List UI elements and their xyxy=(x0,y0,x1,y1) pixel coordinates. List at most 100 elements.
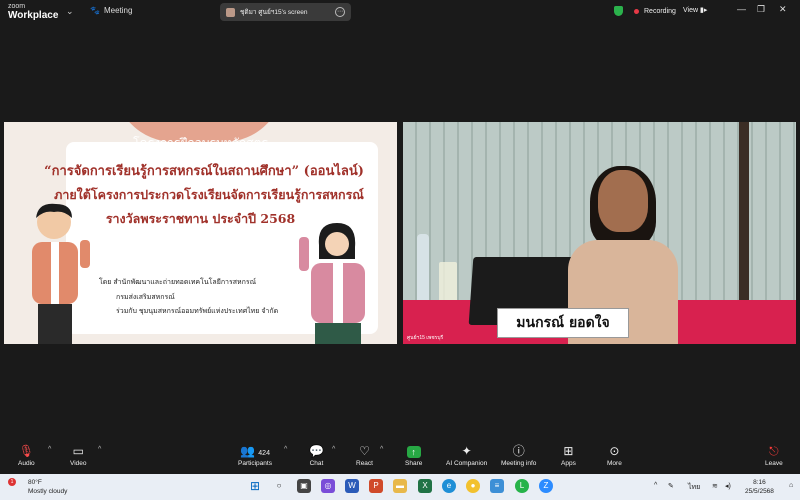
meeting-label: Meeting xyxy=(103,6,133,15)
share-up-icon: ↑ xyxy=(405,444,422,460)
cup xyxy=(439,262,457,302)
edge-icon[interactable]: e xyxy=(442,479,456,493)
pen-icon[interactable]: ✎ xyxy=(668,482,674,490)
clock[interactable]: 8:16 25/5/2568 xyxy=(745,478,774,496)
people-icon: 👥 424 xyxy=(240,444,270,458)
slide-title-small: โครงการฝึกอบรมหลักสูตร xyxy=(133,136,268,150)
speaker-face xyxy=(598,170,648,232)
line-icon[interactable]: L xyxy=(515,479,529,493)
heart-icon: ♡ xyxy=(359,444,370,458)
chat-icon: 💬 xyxy=(309,444,324,458)
notepad-icon[interactable]: ≡ xyxy=(490,479,504,493)
meeting-menu[interactable]: 🐾 Meeting xyxy=(90,6,132,15)
leave-icon: ⎋ xyxy=(769,444,779,458)
task-view-icon[interactable]: ▣ xyxy=(297,479,311,493)
ai-label: AI Companion xyxy=(446,460,488,467)
participant-video[interactable]: มนกรณ์ ยอดใจ ศูนย์ฯ15 เพชรบุรี xyxy=(403,122,796,344)
weather-badge: 1 xyxy=(8,478,16,486)
teams-icon[interactable]: ◎ xyxy=(321,479,335,493)
slide-title-line1: “การจัดการเรียนรู้การสหกรณ์ในสถานศึกษา” … xyxy=(44,164,364,179)
shield-icon xyxy=(614,6,623,16)
wifi-icon[interactable]: ≋ xyxy=(712,482,718,490)
logo-line2: Workplace xyxy=(8,10,59,21)
apps-icon: ⊞ xyxy=(563,444,574,458)
minimize-icon[interactable]: — xyxy=(737,4,746,14)
boy-illustration xyxy=(32,203,90,344)
info-icon: ⓘ xyxy=(512,444,525,458)
view-label: View xyxy=(683,7,699,14)
video-caret-icon[interactable]: ^ xyxy=(98,446,101,453)
zoom-app-icon[interactable]: Z xyxy=(539,479,553,493)
view-button[interactable]: View ▮▸ xyxy=(683,6,707,14)
audio-caret-icon[interactable]: ^ xyxy=(48,446,51,453)
camera-icon: ▭ xyxy=(72,444,84,458)
logo-line1: zoom xyxy=(8,3,26,10)
powerpoint-icon[interactable]: P xyxy=(369,479,383,493)
weather-temp: 80°F xyxy=(28,479,42,486)
chevron-down-icon[interactable]: ⌄ xyxy=(66,6,74,17)
mic-muted-icon: 🎙 xyxy=(18,444,34,458)
apps-label: Apps xyxy=(561,460,576,467)
shared-slide: โครงการฝึกอบรมหลักสูตร “การจัดการเรียนรู… xyxy=(4,122,397,344)
chat-button[interactable]: 💬 Chat xyxy=(309,444,324,467)
tray-chevron-icon[interactable]: ^ xyxy=(654,482,657,489)
share-label: Share xyxy=(405,460,423,467)
video-label: Video xyxy=(70,460,87,467)
paw-icon: 🐾 xyxy=(90,6,100,15)
react-caret-icon[interactable]: ^ xyxy=(380,446,383,453)
audio-button[interactable]: 🎙 Audio xyxy=(18,444,35,467)
leave-label: Leave xyxy=(765,460,783,467)
language-indicator[interactable]: ไทย xyxy=(688,482,700,493)
girl-illustration xyxy=(299,223,365,344)
search-icon[interactable]: ○ xyxy=(272,479,286,493)
top-bar: zoom Workplace ⌄ 🐾 Meeting ชุติมา ศูนย์ฯ… xyxy=(0,0,800,24)
window-frame xyxy=(739,122,749,312)
notification-icon[interactable]: ⌂ xyxy=(789,482,793,489)
name-plate: มนกรณ์ ยอดใจ xyxy=(497,308,629,338)
excel-icon[interactable]: X xyxy=(418,479,432,493)
slide-organizer-3: ร่วมกับ ชุมนุมสหกรณ์ออมทรัพย์แห่งประเทศไ… xyxy=(116,308,279,315)
recording-label: Recording xyxy=(644,7,676,15)
participants-caret-icon[interactable]: ^ xyxy=(284,446,287,453)
meeting-info-label: Meeting info xyxy=(501,460,537,467)
participants-count: 424 xyxy=(258,450,270,457)
start-icon[interactable]: ⊞ xyxy=(248,479,262,493)
share-button[interactable]: ↑ Share xyxy=(405,444,422,467)
meeting-toolbar: 🎙 Audio ^ ▭ Video ^ 👥 424 Participants ^… xyxy=(0,440,800,474)
video-button[interactable]: ▭ Video xyxy=(70,444,87,467)
share-pill-text: ชุติมา ศูนย์ฯ15's screen xyxy=(240,9,308,16)
avatar xyxy=(226,7,235,17)
folder-icon[interactable]: ▬ xyxy=(393,479,407,493)
clock-date: 25/5/2568 xyxy=(745,488,774,495)
react-label: React xyxy=(356,460,373,467)
record-dot-icon xyxy=(634,8,639,14)
chrome-icon[interactable]: ● xyxy=(466,479,480,493)
meeting-info-button[interactable]: ⓘ Meeting info xyxy=(501,444,536,467)
weather-desc: Mostly cloudy xyxy=(28,488,68,495)
screen-share-pill[interactable]: ชุติมา ศูนย์ฯ15's screen ⋯ xyxy=(220,3,351,21)
recording-status[interactable]: Recording xyxy=(614,6,676,16)
participants-button[interactable]: 👥 424 Participants xyxy=(238,444,272,467)
sparkle-icon: ✦ xyxy=(461,444,472,458)
apps-button[interactable]: ⊞ Apps xyxy=(561,444,576,467)
clock-time: 8:16 xyxy=(753,479,766,486)
close-icon[interactable]: ✕ xyxy=(779,4,787,15)
more-label: More xyxy=(607,460,622,467)
chat-label: Chat xyxy=(309,460,324,467)
leave-button[interactable]: ⎋ Leave xyxy=(765,444,783,467)
chat-caret-icon[interactable]: ^ xyxy=(332,446,335,453)
audio-label: Audio xyxy=(18,460,35,467)
word-icon[interactable]: W xyxy=(345,479,359,493)
water-bottle xyxy=(417,234,429,304)
zoom-logo: zoom Workplace xyxy=(8,3,58,21)
more-button[interactable]: ⊙ More xyxy=(607,444,622,467)
slide-organizer-2: กรมส่งเสริมสหกรณ์ xyxy=(116,294,175,301)
participant-name: ศูนย์ฯ15 เพชรบุรี xyxy=(407,335,444,341)
volume-icon[interactable]: ◂) xyxy=(725,482,731,490)
weather-widget[interactable]: 1 80°F Mostly cloudy xyxy=(8,478,67,496)
maximize-icon[interactable]: ❐ xyxy=(757,4,765,15)
more-icon[interactable]: ⋯ xyxy=(335,7,345,17)
participants-label: Participants xyxy=(238,460,272,467)
react-button[interactable]: ♡ React xyxy=(356,444,373,467)
ai-companion-button[interactable]: ✦ AI Companion xyxy=(446,444,487,467)
